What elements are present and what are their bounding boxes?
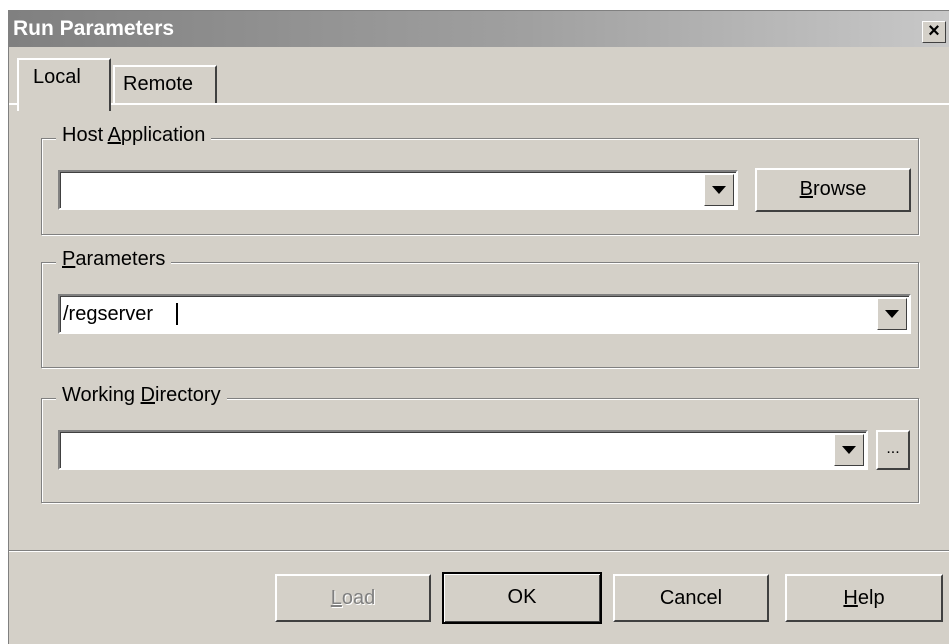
tab-remote[interactable]: Remote <box>113 65 217 103</box>
parameters-group: Parameters /regserver <box>41 248 919 368</box>
tab-local[interactable]: Local <box>17 58 111 111</box>
host-application-group: Host Application Browse <box>41 124 919 235</box>
help-button[interactable]: Help <box>785 574 943 622</box>
tab-local-label: Local <box>33 66 81 88</box>
host-application-dropdown-button[interactable] <box>704 174 734 206</box>
tab-remote-label: Remote <box>123 73 194 95</box>
working-directory-group: Working Directory ... <box>41 384 919 503</box>
tab-panel-border <box>9 103 949 105</box>
working-directory-combobox[interactable] <box>58 430 868 470</box>
ok-button[interactable]: OK <box>442 572 602 624</box>
triangle-down-icon <box>842 446 856 454</box>
close-button[interactable]: × <box>922 21 946 43</box>
load-button[interactable]: Load <box>275 574 431 622</box>
working-directory-label: Working Directory <box>56 384 227 407</box>
triangle-down-icon <box>712 186 726 194</box>
run-parameters-dialog: Run Parameters × Local Remote Host Appli… <box>8 10 949 644</box>
browse-button[interactable]: Browse <box>755 168 911 212</box>
triangle-down-icon <box>885 310 899 318</box>
parameters-dropdown-button[interactable] <box>877 298 907 330</box>
text-caret <box>176 303 178 325</box>
parameters-combobox[interactable]: /regserver <box>58 294 911 334</box>
title-bar[interactable]: Run Parameters × <box>9 11 949 47</box>
working-directory-browse-button[interactable]: ... <box>876 430 910 470</box>
parameters-value: /regserver <box>63 303 154 325</box>
window-title: Run Parameters <box>13 17 175 40</box>
footer-separator <box>9 550 949 552</box>
close-icon: × <box>928 20 940 42</box>
host-application-label: Host Application <box>56 124 212 147</box>
host-application-combobox[interactable] <box>58 170 738 210</box>
cancel-button[interactable]: Cancel <box>613 574 769 622</box>
ellipsis-label: ... <box>886 440 900 457</box>
parameters-label: Parameters <box>56 248 172 271</box>
working-directory-dropdown-button[interactable] <box>834 434 864 466</box>
